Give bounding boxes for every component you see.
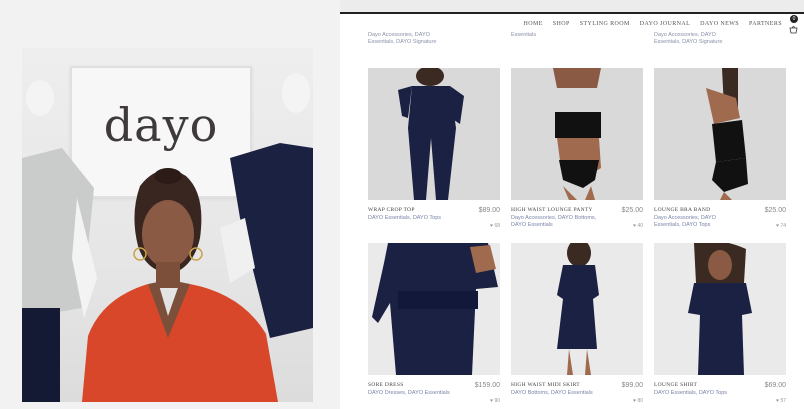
product-card[interactable]: High Waist Midi Skirt $99.00 DAYO Bottom… xyxy=(511,243,643,404)
product-card[interactable]: Sore Dress $159.00 DAYO Dresses, DAYO Es… xyxy=(368,243,500,404)
like-count[interactable]: ♥ 68 xyxy=(490,223,500,229)
like-count-value: 40 xyxy=(637,223,643,229)
prev-product-cats-3: Dayo Accessories, DAYO Essentials, DAYO … xyxy=(654,32,723,45)
product-image[interactable] xyxy=(511,68,643,200)
nav-shop[interactable]: Shop xyxy=(553,21,570,27)
product-card[interactable]: High Waist Lounge Panty $25.00 Dayo Acce… xyxy=(511,68,643,229)
like-count-value: 90 xyxy=(494,398,500,404)
product-price: $25.00 xyxy=(764,207,786,214)
nav-partners[interactable]: Partners xyxy=(749,21,782,27)
nav-dayo-news[interactable]: Dayo News xyxy=(700,21,739,27)
like-count-value: 80 xyxy=(637,398,643,404)
product-categories[interactable]: Dayo Accessories, DAYO Bottoms, DAYO Ess… xyxy=(511,215,601,229)
product-photo xyxy=(688,243,752,375)
presenter xyxy=(82,168,278,402)
product-card[interactable]: Lounge Bra Band $25.00 Dayo Accessories,… xyxy=(654,68,786,229)
prev-product-cats-1: Dayo Accessories, DAYO Essentials, DAYO … xyxy=(368,32,437,45)
like-count-value: 74 xyxy=(780,223,786,229)
product-categories[interactable]: DAYO Bottoms, DAYO Essentials xyxy=(511,390,601,397)
product-price: $25.00 xyxy=(621,207,643,214)
product-image[interactable] xyxy=(654,68,786,200)
like-count[interactable]: ♥ 90 xyxy=(490,398,500,404)
like-count[interactable]: ♥ 40 xyxy=(633,223,643,229)
product-photo xyxy=(372,243,498,375)
cart-icon xyxy=(789,26,798,34)
cart-count-badge: 0 xyxy=(790,15,798,23)
nav-home[interactable]: Home xyxy=(524,21,543,27)
product-image[interactable] xyxy=(368,68,500,200)
product-price: $69.00 xyxy=(764,382,786,389)
product-price: $89.00 xyxy=(478,207,500,214)
nav-dayo-journal[interactable]: Dayo Journal xyxy=(640,21,690,27)
website-panel: Home Shop Styling Room Dayo Journal Dayo… xyxy=(340,12,804,409)
product-categories[interactable]: Dayo Accessories, DAYO Essentials, DAYO … xyxy=(654,215,744,229)
product-categories[interactable]: DAYO Essentials, DAYO Tops xyxy=(654,390,744,397)
top-rule xyxy=(340,12,804,14)
product-categories[interactable]: DAYO Essentials, DAYO Tops xyxy=(368,215,458,222)
product-photo xyxy=(557,243,599,375)
product-image[interactable] xyxy=(511,243,643,375)
product-card[interactable]: Wrap Crop Top $89.00 DAYO Essentials, DA… xyxy=(368,68,500,229)
like-count-value: 68 xyxy=(494,223,500,229)
nav-styling-room[interactable]: Styling Room xyxy=(580,21,630,27)
product-card[interactable]: Lounge Shirt $69.00 DAYO Essentials, DAY… xyxy=(654,243,786,404)
product-photo xyxy=(398,68,464,200)
prev-product-cats-2: Essentials xyxy=(511,32,537,38)
product-photo xyxy=(553,68,601,200)
product-price: $99.00 xyxy=(621,382,643,389)
product-image[interactable] xyxy=(654,243,786,375)
product-price: $159.00 xyxy=(474,382,500,389)
like-count[interactable]: ♥ 74 xyxy=(776,223,786,229)
like-count-value: 57 xyxy=(780,398,786,404)
product-image[interactable] xyxy=(368,243,500,375)
like-count[interactable]: ♥ 80 xyxy=(633,398,643,404)
main-nav: Home Shop Styling Room Dayo Journal Dayo… xyxy=(524,21,782,27)
product-categories[interactable]: DAYO Dresses, DAYO Essentials xyxy=(368,390,458,397)
cart-button[interactable]: 0 xyxy=(789,15,798,34)
product-photo xyxy=(706,68,748,200)
video-panel: dayo xyxy=(0,0,340,409)
like-count[interactable]: ♥ 57 xyxy=(776,398,786,404)
presenter-video[interactable]: dayo xyxy=(22,48,313,402)
